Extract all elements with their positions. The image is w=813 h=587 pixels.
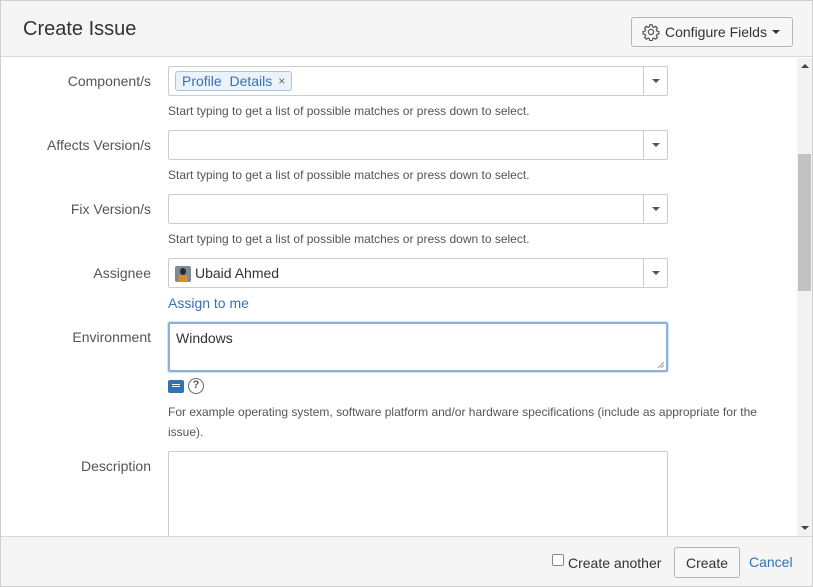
fix-version-help-text: Start typing to get a list of possible m… bbox=[168, 232, 530, 246]
affects-version-label: Affects Version/s bbox=[46, 137, 151, 153]
chevron-down-icon bbox=[651, 143, 660, 147]
configure-fields-label: Configure Fields bbox=[665, 24, 767, 40]
affects-version-dropdown-toggle[interactable] bbox=[643, 131, 667, 159]
create-issue-dialog: Create Issue Configure Fields Component/… bbox=[0, 0, 813, 587]
dialog-title: Create Issue bbox=[23, 18, 137, 40]
assignee-field[interactable]: Ubaid Ahmed bbox=[168, 258, 668, 288]
cancel-link[interactable]: Cancel bbox=[749, 554, 793, 570]
configure-fields-button[interactable]: Configure Fields bbox=[631, 17, 793, 47]
description-textarea[interactable] bbox=[168, 451, 668, 536]
scrollbar-thumb[interactable] bbox=[798, 154, 811, 291]
components-field[interactable]: Profile Details × bbox=[168, 66, 668, 96]
components-label: Component/s bbox=[67, 73, 151, 89]
create-another-option[interactable]: Create another bbox=[552, 554, 662, 571]
assignee-dropdown-toggle[interactable] bbox=[643, 259, 667, 287]
avatar bbox=[175, 266, 191, 282]
wiki-markup-icon[interactable] bbox=[168, 380, 184, 393]
component-tag: Profile Details × bbox=[175, 71, 293, 91]
chevron-down-icon bbox=[651, 79, 660, 83]
affects-version-help-text: Start typing to get a list of possible m… bbox=[168, 168, 530, 182]
assignee-label: Assignee bbox=[93, 265, 151, 281]
remove-tag-icon[interactable]: × bbox=[278, 74, 285, 88]
create-button[interactable]: Create bbox=[674, 547, 740, 578]
environment-textarea[interactable]: Windows bbox=[168, 322, 668, 372]
scrollbar[interactable] bbox=[797, 58, 812, 536]
components-dropdown-toggle[interactable] bbox=[643, 67, 667, 95]
create-another-checkbox[interactable] bbox=[552, 554, 564, 566]
components-help-text: Start typing to get a list of possible m… bbox=[168, 104, 530, 118]
chevron-down-icon bbox=[651, 271, 660, 275]
environment-label: Environment bbox=[72, 329, 151, 345]
create-another-label: Create another bbox=[568, 555, 662, 571]
dialog-footer: Create another Create Cancel bbox=[1, 536, 812, 586]
scroll-up-icon[interactable] bbox=[801, 64, 809, 68]
resize-grip-icon[interactable] bbox=[657, 361, 665, 369]
description-label: Description bbox=[80, 458, 151, 474]
chevron-down-icon bbox=[651, 207, 660, 211]
dialog-header: Create Issue Configure Fields bbox=[1, 1, 812, 57]
fix-version-field[interactable] bbox=[168, 194, 668, 224]
fix-version-dropdown-toggle[interactable] bbox=[643, 195, 667, 223]
assign-to-me-link[interactable]: Assign to me bbox=[168, 295, 249, 311]
help-icon[interactable]: ? bbox=[188, 378, 204, 394]
affects-version-field[interactable] bbox=[168, 130, 668, 160]
environment-help-text: For example operating system, software p… bbox=[168, 405, 757, 439]
scroll-down-icon[interactable] bbox=[801, 526, 809, 530]
gear-icon bbox=[642, 24, 660, 41]
fix-version-label: Fix Version/s bbox=[70, 201, 151, 217]
component-tag-label: Profile Details bbox=[182, 73, 273, 89]
chevron-down-icon bbox=[771, 30, 780, 34]
environment-value: Windows bbox=[176, 330, 233, 346]
dialog-body: Component/s Profile Details × Start typi… bbox=[1, 58, 812, 536]
assignee-value: Ubaid Ahmed bbox=[195, 265, 280, 281]
